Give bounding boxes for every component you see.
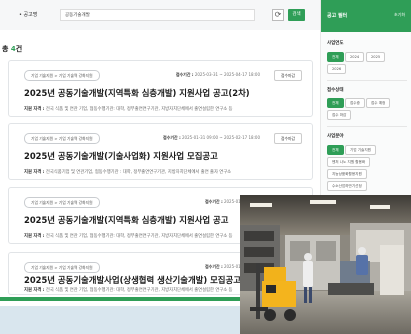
filter-title: 공고 필터 bbox=[327, 13, 348, 19]
category-tag: 기업 기술지원 > 기업 기술역 강화지원 bbox=[24, 70, 100, 81]
refresh-icon: ⟳ bbox=[274, 10, 282, 19]
filter-reset-link[interactable]: 초기화 bbox=[394, 12, 405, 18]
eligibility-text: 지원 자격 : 전국 식품 및 연관 기업, 협동수행기관: 대학, 정부출연연… bbox=[24, 107, 233, 112]
status-chip[interactable]: 접수 마감 bbox=[327, 110, 352, 120]
field-chip[interactable]: 벤처 나노 지원 활용화 bbox=[327, 157, 371, 167]
eligibility-text: 지원 자격 : 전국 식품 및 연관 기업, 협동수행기관: 대학, 정부출연연… bbox=[24, 234, 233, 239]
refresh-button[interactable]: ⟳ bbox=[272, 9, 284, 21]
status-chip[interactable]: 접수중 bbox=[345, 98, 365, 108]
year-chip[interactable]: 2025 bbox=[366, 52, 386, 62]
field-chip[interactable]: 전체 bbox=[327, 145, 344, 155]
year-chip[interactable]: 전체 bbox=[327, 52, 344, 62]
search-button[interactable]: 검색 bbox=[288, 9, 305, 21]
announcement-card[interactable]: 기업 기술지원 > 기업 기술역 강화지원 접수기간 : 2025-03-31 … bbox=[8, 60, 313, 117]
field-chip[interactable]: 기업 기술지원 bbox=[345, 145, 376, 155]
year-chip[interactable]: 2024 bbox=[345, 52, 365, 62]
announcement-card[interactable]: 기업 기술지원 > 기업 기술역 강화지원 접수기간 : 2025-01-31 … bbox=[8, 123, 313, 180]
search-input[interactable] bbox=[60, 9, 255, 21]
result-count: 총 4건 bbox=[2, 45, 23, 53]
status-chip[interactable]: 접수 예정 bbox=[366, 98, 391, 108]
status-badge: 접수마감 bbox=[274, 70, 302, 81]
announcement-title[interactable]: 2025년 공동기술개발(기술사업화) 지원사업 모집공고 bbox=[24, 150, 218, 162]
category-tag: 기업 기술지원 > 기업 기술역 강화지원 bbox=[24, 197, 100, 208]
eligibility-text: 지원 자격 : 전국식품기업 및 연관기업, 협동수행기관 : 대학, 정부출연… bbox=[24, 170, 232, 175]
announcement-title[interactable]: 2025년 공동기술개발(지역특화 심층개발) 지원사업 공고 bbox=[24, 214, 228, 226]
field-chip[interactable]: 수소산업하반기선정 bbox=[327, 181, 367, 191]
year-filter-title: 사업연도 bbox=[327, 41, 344, 46]
search-label: • 공고명 bbox=[19, 12, 38, 18]
search-bar: • 공고명 ⟳ 검색 bbox=[0, 0, 320, 30]
announcement-title[interactable]: 2025년 공동기술개발(지역특화 심층개발) 지원사업 공고(2차) bbox=[24, 87, 250, 99]
footer-accent-bar bbox=[0, 297, 246, 301]
application-period: 접수기간 : 2025-03-31 ~ 2025-04-17 18:00 bbox=[175, 72, 260, 77]
category-tag: 기업 기술지원 > 기업 기술역 강화지원 bbox=[24, 262, 100, 273]
divider bbox=[327, 80, 407, 81]
status-badge: 접수마감 bbox=[274, 133, 302, 144]
eligibility-text: 지원 자격 : 전국 식품 및 연관 기업, 협동수행기관: 대학, 정부출연연… bbox=[24, 288, 233, 293]
factory-photo bbox=[240, 195, 411, 334]
field-chip[interactable]: 지능상품화활용지원 bbox=[327, 169, 367, 179]
field-filter-title: 사업분야 bbox=[327, 134, 344, 139]
application-period: 접수기간 : 2025-01-31 09:00 ~ 2025-02-17 18:… bbox=[163, 135, 260, 140]
category-tag: 기업 기술지원 > 기업 기술역 강화지원 bbox=[24, 133, 100, 144]
announcement-title[interactable]: 2025년 공동기술개발사업(상생협력 생산기술개발) 모집공고 bbox=[24, 274, 241, 286]
status-chip[interactable]: 전체 bbox=[327, 98, 344, 108]
divider bbox=[327, 126, 407, 127]
filter-header: 공고 필터 초기화 bbox=[321, 0, 411, 32]
status-filter-title: 접수상태 bbox=[327, 88, 344, 93]
year-chip[interactable]: 2026 bbox=[327, 64, 347, 74]
